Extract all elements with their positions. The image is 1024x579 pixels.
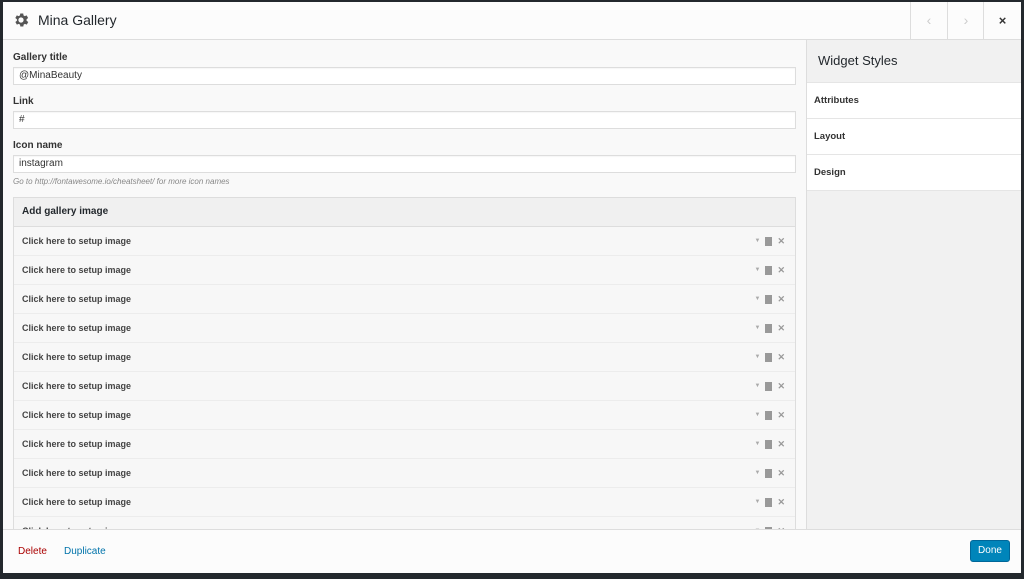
remove-icon[interactable]: ✕ xyxy=(777,372,785,400)
previous-widget-button[interactable]: ‹ xyxy=(910,2,947,39)
duplicate-icon[interactable] xyxy=(763,352,773,365)
expand-arrow-icon[interactable]: ▼ xyxy=(755,401,761,429)
duplicate-icon[interactable] xyxy=(763,497,773,510)
widget-styles-title: Widget Styles xyxy=(818,53,898,68)
gallery-item-label: Click here to setup image xyxy=(22,468,132,478)
gallery-item-label: Click here to setup image xyxy=(22,265,132,275)
gallery-title-label: Gallery title xyxy=(13,52,68,63)
gallery-item-label: Click here to setup image xyxy=(22,236,132,246)
gallery-item-actions: ▼✕ xyxy=(755,314,785,342)
link-field: Link # xyxy=(13,96,796,129)
remove-icon[interactable]: ✕ xyxy=(777,314,785,342)
gallery-item-label: Click here to setup image xyxy=(22,294,132,304)
next-widget-button[interactable]: › xyxy=(947,2,984,39)
gallery-item[interactable]: Click here to setup image▼✕ xyxy=(14,285,795,314)
remove-icon[interactable]: ✕ xyxy=(777,401,785,429)
gallery-item-actions: ▼✕ xyxy=(755,517,785,529)
gallery-item-label: Click here to setup image xyxy=(22,381,132,391)
gallery-item-label: Click here to setup image xyxy=(22,323,132,333)
duplicate-icon[interactable] xyxy=(763,410,773,423)
expand-arrow-icon[interactable]: ▼ xyxy=(755,430,761,458)
remove-icon[interactable]: ✕ xyxy=(777,488,785,516)
gallery-item-actions: ▼✕ xyxy=(755,227,785,255)
gallery-item-actions: ▼✕ xyxy=(755,488,785,516)
remove-icon[interactable]: ✕ xyxy=(777,227,785,255)
duplicate-icon[interactable] xyxy=(763,439,773,452)
gallery-item[interactable]: Click here to setup image▼✕ xyxy=(14,314,795,343)
icon-name-label: Icon name xyxy=(13,140,63,151)
widget-form: Gallery title @MinaBeauty Link # Icon na… xyxy=(3,40,807,529)
duplicate-icon[interactable] xyxy=(763,323,773,336)
expand-arrow-icon[interactable]: ▼ xyxy=(755,256,761,284)
remove-icon[interactable]: ✕ xyxy=(777,517,785,529)
remove-icon[interactable]: ✕ xyxy=(777,285,785,313)
gallery-title-input[interactable]: @MinaBeauty xyxy=(13,67,796,85)
gallery-item-actions: ▼✕ xyxy=(755,285,785,313)
modal-title: Mina Gallery xyxy=(38,12,117,28)
duplicate-icon[interactable] xyxy=(763,468,773,481)
gear-icon xyxy=(15,13,29,27)
expand-arrow-icon[interactable]: ▼ xyxy=(755,285,761,313)
widget-edit-modal: Mina Gallery ‹ › × Gallery title @MinaBe… xyxy=(3,2,1021,573)
gallery-item[interactable]: Click here to setup image▼✕ xyxy=(14,256,795,285)
gallery-item-actions: ▼✕ xyxy=(755,430,785,458)
duplicate-icon[interactable] xyxy=(763,236,773,249)
expand-arrow-icon[interactable]: ▼ xyxy=(755,372,761,400)
gallery-item-actions: ▼✕ xyxy=(755,459,785,487)
close-button[interactable]: × xyxy=(983,2,1021,39)
chevron-left-icon: ‹ xyxy=(926,12,932,28)
gallery-item[interactable]: Click here to setup image▼✕ xyxy=(14,372,795,401)
link-label: Link xyxy=(13,96,34,107)
done-button[interactable]: Done xyxy=(970,540,1010,562)
gallery-item-actions: ▼✕ xyxy=(755,401,785,429)
gallery-item-label: Click here to setup image xyxy=(22,439,132,449)
add-gallery-image-button[interactable]: Add gallery image xyxy=(14,198,795,227)
icon-name-hint: Go to http://fontawesome.io/cheatsheet/ … xyxy=(13,177,230,186)
gallery-item-actions: ▼✕ xyxy=(755,372,785,400)
duplicate-icon[interactable] xyxy=(763,294,773,307)
duplicate-icon[interactable] xyxy=(763,381,773,394)
link-input[interactable]: # xyxy=(13,111,796,129)
close-icon: × xyxy=(998,13,1007,28)
gallery-item[interactable]: Click here to setup image▼✕ xyxy=(14,517,795,529)
modal-titlebar: Mina Gallery ‹ › × xyxy=(3,2,1021,40)
gallery-item[interactable]: Click here to setup image▼✕ xyxy=(14,227,795,256)
duplicate-icon[interactable] xyxy=(763,265,773,278)
gallery-images-list: Add gallery image Click here to setup im… xyxy=(13,197,796,529)
icon-name-input[interactable]: instagram xyxy=(13,155,796,173)
duplicate-link[interactable]: Duplicate xyxy=(64,546,106,557)
expand-arrow-icon[interactable]: ▼ xyxy=(755,488,761,516)
expand-arrow-icon[interactable]: ▼ xyxy=(755,343,761,371)
gallery-item-actions: ▼✕ xyxy=(755,256,785,284)
modal-footer: Delete Duplicate Done xyxy=(3,529,1021,573)
remove-icon[interactable]: ✕ xyxy=(777,459,785,487)
chevron-right-icon: › xyxy=(963,12,969,28)
expand-arrow-icon[interactable]: ▼ xyxy=(755,314,761,342)
expand-arrow-icon[interactable]: ▼ xyxy=(755,459,761,487)
gallery-item[interactable]: Click here to setup image▼✕ xyxy=(14,430,795,459)
remove-icon[interactable]: ✕ xyxy=(777,430,785,458)
gallery-item-actions: ▼✕ xyxy=(755,343,785,371)
gallery-item[interactable]: Click here to setup image▼✕ xyxy=(14,488,795,517)
gallery-title-field: Gallery title @MinaBeauty xyxy=(13,52,796,85)
expand-arrow-icon[interactable]: ▼ xyxy=(755,227,761,255)
gallery-item[interactable]: Click here to setup image▼✕ xyxy=(14,459,795,488)
remove-icon[interactable]: ✕ xyxy=(777,343,785,371)
widget-styles-panel: Widget Styles Attributes Layout Design xyxy=(806,40,1021,529)
gallery-item-label: Click here to setup image xyxy=(22,410,132,420)
sidebar-item-attributes[interactable]: Attributes xyxy=(807,82,1021,118)
remove-icon[interactable]: ✕ xyxy=(777,256,785,284)
gallery-item-label: Click here to setup image xyxy=(22,352,132,362)
expand-arrow-icon[interactable]: ▼ xyxy=(755,517,761,529)
sidebar-item-design[interactable]: Design xyxy=(807,154,1021,191)
delete-link[interactable]: Delete xyxy=(18,546,47,557)
icon-name-field: Icon name instagram Go to http://fontawe… xyxy=(13,140,796,186)
gallery-item-label: Click here to setup image xyxy=(22,497,132,507)
gallery-item[interactable]: Click here to setup image▼✕ xyxy=(14,343,795,372)
sidebar-item-layout[interactable]: Layout xyxy=(807,118,1021,154)
gallery-item[interactable]: Click here to setup image▼✕ xyxy=(14,401,795,430)
